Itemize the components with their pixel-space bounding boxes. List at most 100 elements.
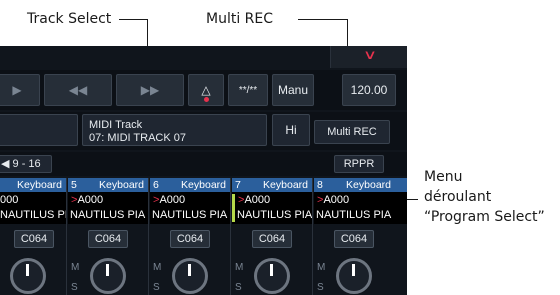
metronome-on-indicator [204, 97, 209, 102]
tempo-field[interactable]: 120.00 [342, 74, 396, 106]
program-select-dropdown[interactable]: >A000 NAUTILUS PIA [314, 192, 407, 224]
solo-label[interactable]: S [71, 282, 78, 293]
track-select-dropdown[interactable]: MIDI Track 07: MIDI TRACK 07 [82, 114, 267, 146]
channel-header: 5 Keyboard [68, 178, 148, 192]
pan-knob[interactable] [172, 258, 208, 294]
channel-number: 8 [317, 179, 323, 191]
cc-value-button[interactable]: C064 [14, 230, 54, 248]
channel-header: Keyboard [0, 178, 66, 192]
channel-strip-6: 6 Keyboard >A000 NAUTILUS PIA C064 M S [150, 178, 230, 295]
mute-label[interactable]: M [317, 262, 325, 273]
tempo-mode-button[interactable]: Manu [272, 74, 314, 106]
rppr-label: RPPR [343, 158, 375, 170]
device-screen: ∨ ▶ ◀◀ ▶▶ △ **/** Manu 120.00 MIDI Track… [0, 46, 407, 295]
program-select-dropdown[interactable]: >A000 NAUTILUS PIA [150, 192, 230, 224]
play-button[interactable]: ▶ [0, 74, 40, 106]
rppr-button[interactable]: RPPR [334, 155, 384, 173]
hi-button[interactable]: Hi [272, 114, 310, 146]
knob-indicator [26, 264, 29, 276]
cc-value-button[interactable]: C064 [252, 230, 292, 248]
channel-strip-8: 8 Keyboard >A000 NAUTILUS PIA C064 M S [314, 178, 407, 295]
channel-header: 6 Keyboard [150, 178, 230, 192]
multi-rec-button[interactable]: Multi REC [314, 120, 390, 144]
solo-label[interactable]: S [153, 282, 160, 293]
cc-value-button[interactable]: C064 [88, 230, 128, 248]
strip-divider [148, 178, 149, 295]
pan-knob[interactable] [254, 258, 290, 294]
knob-indicator [352, 264, 355, 276]
channel-number: 7 [235, 179, 241, 191]
program-select-dropdown[interactable]: 000 NAUTILUS PIA [0, 192, 66, 224]
channel-strip-4: Keyboard 000 NAUTILUS PIA C064 [0, 178, 66, 295]
program-number: >A000 [238, 194, 271, 206]
selected-track-indicator [232, 194, 235, 222]
cc-value-button[interactable]: C064 [334, 230, 374, 248]
channel-number: 6 [153, 179, 159, 191]
play-icon: ▶ [12, 83, 22, 97]
pan-knob[interactable] [90, 258, 126, 294]
fast-forward-button[interactable]: ▶▶ [116, 74, 184, 106]
metronome-icon: △ [201, 83, 211, 97]
track-range-row: ◀ 9 - 16 RPPR [0, 152, 407, 176]
program-number: >A000 [71, 194, 104, 206]
channel-label: Keyboard [346, 179, 391, 191]
program-name: NAUTILUS PIA [70, 209, 146, 221]
program-select-dropdown[interactable]: >A000 NAUTILUS PIA [68, 192, 148, 224]
program-name: NAUTILUS PIA [237, 209, 312, 221]
strip-divider [66, 178, 67, 295]
channel-strips: Keyboard 000 NAUTILUS PIA C064 5 Keyboar… [0, 178, 407, 295]
multi-rec-label: Multi REC [327, 126, 377, 138]
mute-label[interactable]: M [153, 262, 161, 273]
solo-label[interactable]: S [235, 282, 242, 293]
track-select-value: 07: MIDI TRACK 07 [89, 132, 186, 144]
rewind-icon: ◀◀ [68, 83, 88, 97]
channel-number: 5 [71, 179, 77, 191]
track-select-leader-h [119, 19, 147, 20]
channel-strip-7: 7 Keyboard >A000 NAUTILUS PIA C064 M S [232, 178, 312, 295]
program-select-callout-line2: déroulant [424, 189, 492, 205]
program-name: NAUTILUS PIA [0, 209, 66, 221]
channel-label: Keyboard [17, 179, 62, 191]
prev-range-icon: ◀ [1, 158, 10, 170]
track-range-button[interactable]: ◀ 9 - 16 [0, 155, 52, 173]
metronome-button[interactable]: △ [188, 74, 224, 106]
channel-label: Keyboard [263, 179, 308, 191]
transport-toolbar: ▶ ◀◀ ▶▶ △ **/** Manu 120.00 [0, 70, 407, 110]
program-number: >A000 [153, 194, 186, 206]
rewind-button[interactable]: ◀◀ [44, 74, 112, 106]
channel-header: 7 Keyboard [232, 178, 312, 192]
cc-value-button[interactable]: C064 [170, 230, 210, 248]
channel-label: Keyboard [181, 179, 226, 191]
chevron-down-icon: ∨ [362, 47, 378, 62]
program-select-callout-line3: “Program Select” [424, 209, 545, 225]
program-name: NAUTILUS PIA [152, 209, 228, 221]
program-select-callout-line1: Menu [424, 169, 463, 185]
info-row: MIDI Track 07: MIDI TRACK 07 Hi Multi RE… [0, 112, 407, 150]
knob-indicator [188, 264, 191, 276]
multi-rec-leader-h [298, 19, 348, 20]
track-range-label: 9 - 16 [12, 158, 41, 170]
program-number: 000 [0, 194, 19, 206]
track-select-callout: Track Select [27, 11, 112, 27]
pan-knob[interactable] [10, 258, 46, 294]
mute-label[interactable]: M [235, 262, 243, 273]
channel-header: 8 Keyboard [314, 178, 407, 192]
solo-label[interactable]: S [317, 282, 324, 293]
program-select-dropdown-selected[interactable]: >A000 NAUTILUS PIA [232, 192, 312, 224]
strip-divider [230, 178, 231, 295]
hi-button-label: Hi [285, 123, 297, 137]
channel-label: Keyboard [99, 179, 144, 191]
channel-strip-5: 5 Keyboard >A000 NAUTILUS PIA C064 M S [68, 178, 148, 295]
fast-forward-icon: ▶▶ [140, 83, 160, 97]
pan-knob[interactable] [336, 258, 372, 294]
left-info-box [0, 114, 78, 146]
knob-indicator [106, 264, 109, 276]
strip-divider [312, 178, 313, 295]
time-signature-button[interactable]: **/** [228, 74, 268, 106]
mute-label[interactable]: M [71, 262, 79, 273]
program-number: >A000 [317, 194, 350, 206]
track-select-type: MIDI Track [89, 119, 143, 131]
collapse-tab[interactable]: ∨ [330, 46, 407, 68]
program-name: NAUTILUS PIA [316, 209, 392, 221]
knob-indicator [270, 264, 273, 276]
